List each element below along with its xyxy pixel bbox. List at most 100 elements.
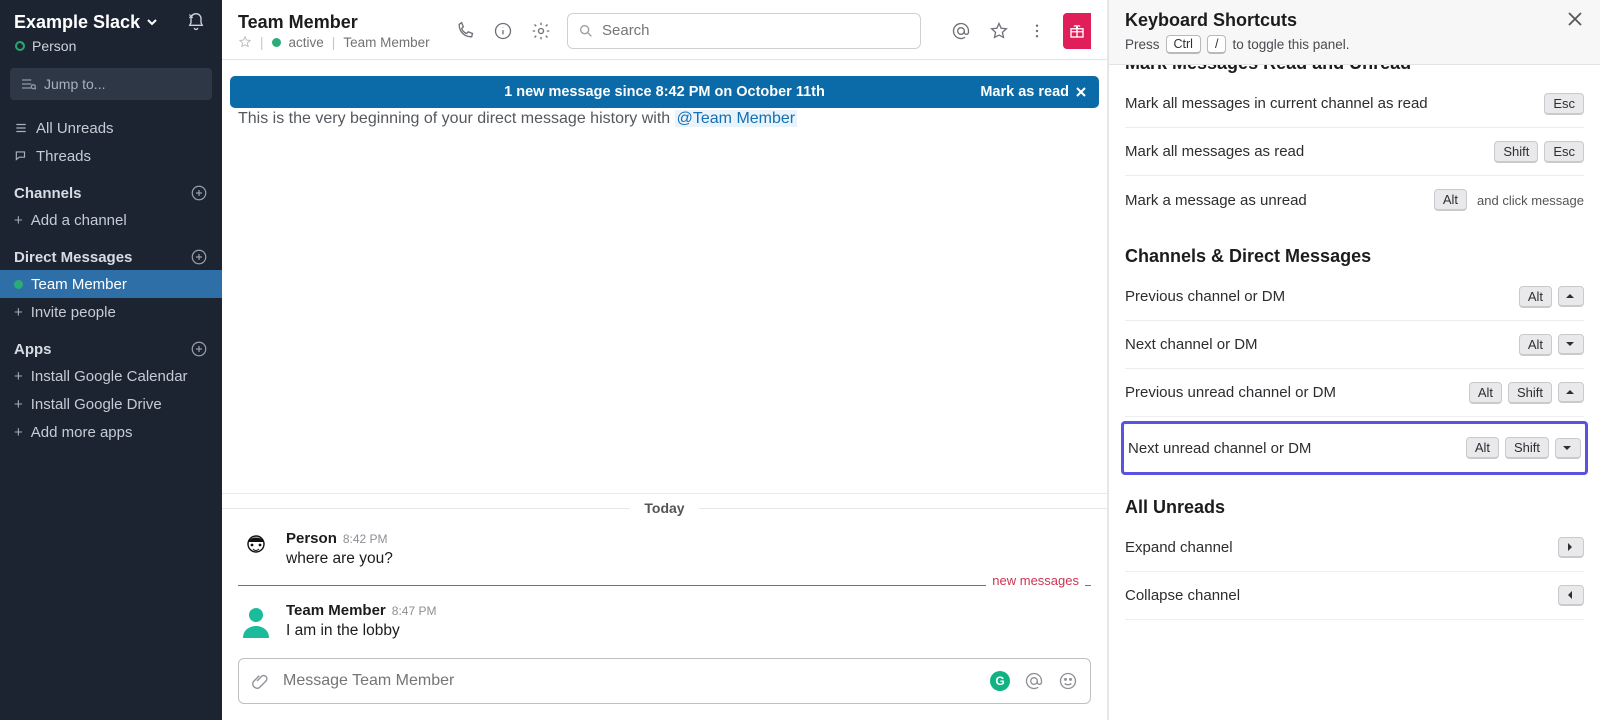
chevron-down-icon — [146, 16, 158, 28]
shortcut-label: Expand channel — [1125, 539, 1233, 556]
jump-to-label: Jump to... — [44, 76, 105, 92]
mark-as-read-label: Mark as read — [980, 84, 1069, 100]
arrow-up-icon — [1558, 382, 1584, 403]
shortcut-row: Next unread channel or DM Alt Shift — [1128, 424, 1581, 472]
presence-active-icon — [14, 280, 23, 289]
message-row: Person8:42 PM where are you? — [222, 522, 1107, 576]
message-author[interactable]: Person — [286, 530, 337, 547]
nav-threads[interactable]: Threads — [0, 142, 222, 170]
dm-item-label: Team Member — [31, 276, 127, 293]
arrow-right-icon — [1558, 537, 1584, 558]
plus-icon: + — [14, 212, 23, 229]
app-item[interactable]: + Add more apps — [0, 418, 222, 446]
add-channel-icon[interactable] — [190, 184, 208, 202]
emoji-icon[interactable] — [1058, 671, 1078, 691]
conversation-subtitle: Team Member — [343, 35, 429, 50]
dm-item[interactable]: Team Member — [0, 270, 222, 298]
kbd-shift: Shift — [1508, 382, 1552, 404]
more-vert-icon[interactable] — [1025, 19, 1049, 43]
add-app-icon[interactable] — [190, 340, 208, 358]
plus-icon: + — [14, 304, 23, 321]
shortcut-label: Next channel or DM — [1125, 336, 1258, 353]
app-item-label: Install Google Calendar — [31, 368, 188, 385]
shortcut-row: Previous channel or DM Alt — [1125, 273, 1584, 321]
nav-all-unreads[interactable]: All Unreads — [0, 114, 222, 142]
date-divider-label: Today — [630, 500, 698, 516]
section-header: All Unreads — [1125, 497, 1584, 518]
invite-people[interactable]: + Invite people — [0, 298, 222, 326]
gear-icon[interactable] — [529, 19, 553, 43]
dm-intro-prefix: This is the very beginning of your direc… — [238, 110, 675, 127]
arrow-down-icon — [1558, 334, 1584, 355]
mentions-icon[interactable] — [949, 19, 973, 43]
close-panel-icon[interactable] — [1566, 10, 1584, 28]
shortcut-label: Mark all messages as read — [1125, 143, 1304, 160]
call-icon[interactable] — [453, 19, 477, 43]
panel-scroll[interactable]: Mark Messages Read and Unread Mark all m… — [1109, 65, 1600, 720]
shortcut-row: Previous unread channel or DM AltShift — [1125, 369, 1584, 417]
message-composer[interactable]: G — [238, 658, 1091, 704]
close-icon — [1075, 86, 1087, 98]
arrow-down-icon — [1555, 438, 1581, 459]
star-icon[interactable] — [238, 35, 252, 49]
new-dm-icon[interactable] — [190, 248, 208, 266]
shortcut-label: Previous unread channel or DM — [1125, 384, 1336, 401]
message-body: I am in the lobby — [286, 622, 436, 640]
shortcut-label: Next unread channel or DM — [1128, 440, 1311, 457]
avatar[interactable] — [238, 602, 274, 638]
shortcut-row: Collapse channel — [1125, 572, 1584, 620]
invite-people-label: Invite people — [31, 304, 116, 321]
shortcut-label: Previous channel or DM — [1125, 288, 1285, 305]
shortcut-row: Next channel or DM Alt — [1125, 321, 1584, 369]
attachment-icon[interactable] — [251, 672, 269, 690]
message-pane: 1 new message since 8:42 PM on October 1… — [222, 60, 1107, 720]
conversation-title: Team Member — [238, 12, 430, 33]
new-messages-divider: new messages — [222, 576, 1107, 594]
unread-banner: 1 new message since 8:42 PM on October 1… — [230, 76, 1099, 108]
jump-to[interactable]: Jump to... — [10, 68, 212, 100]
dms-header: Direct Messages — [0, 234, 222, 270]
main: Team Member | active | Team Member — [222, 0, 1108, 720]
threads-icon — [14, 149, 28, 163]
app-item[interactable]: + Install Google Calendar — [0, 362, 222, 390]
arrow-up-icon — [1558, 286, 1584, 307]
nav-all-unreads-label: All Unreads — [36, 120, 114, 137]
grammarly-icon[interactable]: G — [990, 671, 1010, 691]
section-header: Channels & Direct Messages — [1125, 246, 1584, 267]
kbd-shift: Shift — [1494, 141, 1538, 163]
search-input[interactable] — [602, 22, 910, 39]
presence-active-icon — [272, 38, 281, 47]
app-item-label: Add more apps — [31, 424, 133, 441]
at-mention-icon[interactable] — [1024, 671, 1044, 691]
conversation-header: Team Member | active | Team Member — [222, 0, 1107, 60]
shortcuts-panel: Keyboard Shortcuts Press Ctrl / to toggl… — [1108, 0, 1600, 720]
unread-banner-text: 1 new message since 8:42 PM on October 1… — [504, 84, 825, 100]
workspace-switcher[interactable]: Example Slack — [14, 12, 158, 33]
section-header: Mark Messages Read and Unread — [1125, 65, 1584, 74]
gift-icon[interactable] — [1063, 13, 1091, 49]
dms-header-label: Direct Messages — [14, 249, 132, 266]
apps-header: Apps — [0, 326, 222, 362]
message-row: Team Member8:47 PM I am in the lobby — [222, 594, 1107, 648]
plus-icon: + — [14, 424, 23, 441]
kbd-shift: Shift — [1505, 437, 1549, 459]
avatar[interactable] — [238, 530, 274, 566]
search-box[interactable] — [567, 13, 921, 49]
plus-icon: + — [14, 396, 23, 413]
kbd-alt: Alt — [1466, 437, 1499, 459]
bookmark-star-icon[interactable] — [987, 19, 1011, 43]
channels-header: Channels — [0, 170, 222, 206]
app-item[interactable]: + Install Google Drive — [0, 390, 222, 418]
dm-intro-mention[interactable]: @Team Member — [675, 110, 798, 127]
kbd-alt: Alt — [1519, 334, 1552, 356]
app-item-label: Install Google Drive — [31, 396, 162, 413]
composer-input[interactable] — [283, 672, 990, 690]
mark-as-read-button[interactable]: Mark as read — [980, 84, 1087, 100]
notifications-icon[interactable] — [184, 10, 208, 34]
shortcut-label: Collapse channel — [1125, 587, 1240, 604]
plus-icon: + — [14, 368, 23, 385]
add-channel[interactable]: + Add a channel — [0, 206, 222, 234]
current-user[interactable]: Person — [0, 38, 222, 64]
message-author[interactable]: Team Member — [286, 602, 386, 619]
info-icon[interactable] — [491, 19, 515, 43]
